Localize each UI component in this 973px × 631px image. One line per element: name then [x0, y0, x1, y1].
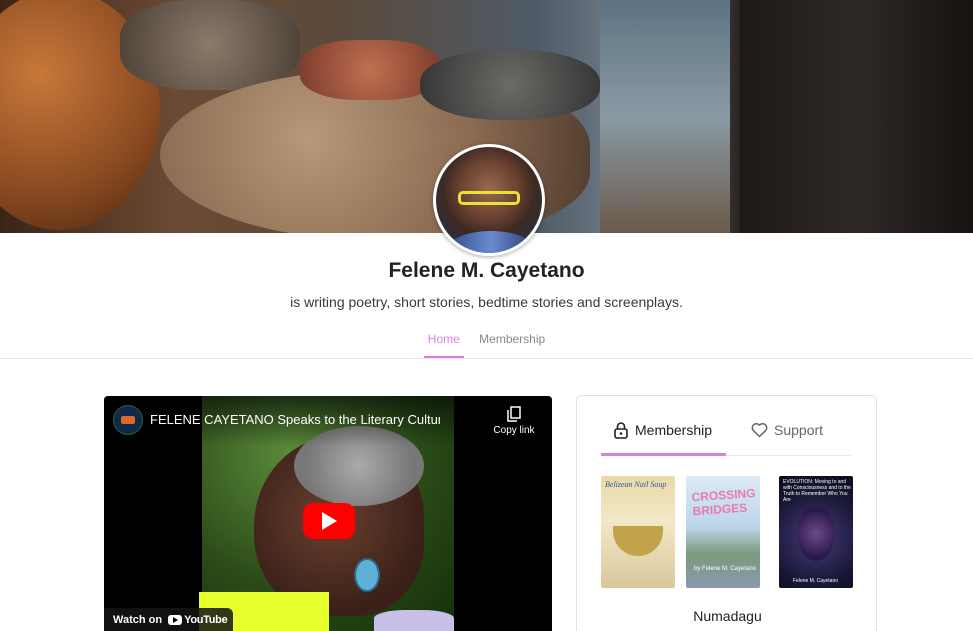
play-button[interactable]: [303, 503, 355, 539]
book-cover[interactable]: EVOLUTION: Moving to and with Consciousn…: [779, 476, 853, 588]
book-author: Felene M. Cayetano: [793, 578, 839, 584]
lock-icon: [614, 422, 628, 439]
tab-card-membership[interactable]: Membership: [601, 422, 726, 456]
card-tabs: Membership Support: [601, 422, 851, 456]
tab-card-support[interactable]: Support: [751, 422, 823, 456]
tab-membership[interactable]: Membership: [475, 330, 549, 356]
copy-link-button[interactable]: Copy link: [489, 406, 539, 436]
profile-tabs: Home Membership: [0, 330, 973, 358]
book-title: CROSSING BRIDGES: [691, 485, 756, 519]
tab-card-support-label: Support: [774, 422, 824, 438]
watch-on-label: Watch on: [113, 613, 163, 626]
copy-icon: [507, 406, 521, 422]
tab-card-membership-label: Membership: [635, 422, 713, 438]
watch-on-youtube-button[interactable]: Watch on YouTube: [104, 608, 233, 631]
play-icon: [322, 512, 337, 530]
avatar: [433, 144, 545, 256]
book-cover[interactable]: Belizean Nail Soup: [601, 476, 675, 588]
book-title: EVOLUTION: Moving to and with Consciousn…: [783, 479, 851, 503]
video-player[interactable]: FELENE CAYETANO Speaks to the Literary C…: [104, 396, 552, 631]
creator-tagline: is writing poetry, short stories, bedtim…: [290, 294, 683, 310]
copy-link-label: Copy link: [493, 425, 535, 436]
youtube-icon: YouTube: [168, 613, 228, 626]
book-author: by Felene M. Cayetano: [694, 566, 757, 572]
creator-name: Felene M. Cayetano: [388, 259, 585, 282]
tab-home[interactable]: Home: [423, 330, 464, 358]
book-covers: Belizean Nail Soup CROSSING BRIDGES by F…: [601, 476, 853, 588]
channel-avatar[interactable]: [113, 405, 143, 435]
membership-card: Membership Support Belizean Nail Soup CR…: [576, 395, 877, 631]
youtube-label: YouTube: [184, 613, 228, 626]
divider: [0, 358, 973, 359]
heart-icon: [751, 422, 768, 438]
book-title: Belizean Nail Soup: [605, 480, 667, 489]
book-cover[interactable]: CROSSING BRIDGES by Felene M. Cayetano: [686, 476, 760, 588]
tier-name: Numadagu: [693, 608, 762, 624]
video-title[interactable]: FELENE CAYETANO Speaks to the Literary C…: [150, 412, 440, 427]
